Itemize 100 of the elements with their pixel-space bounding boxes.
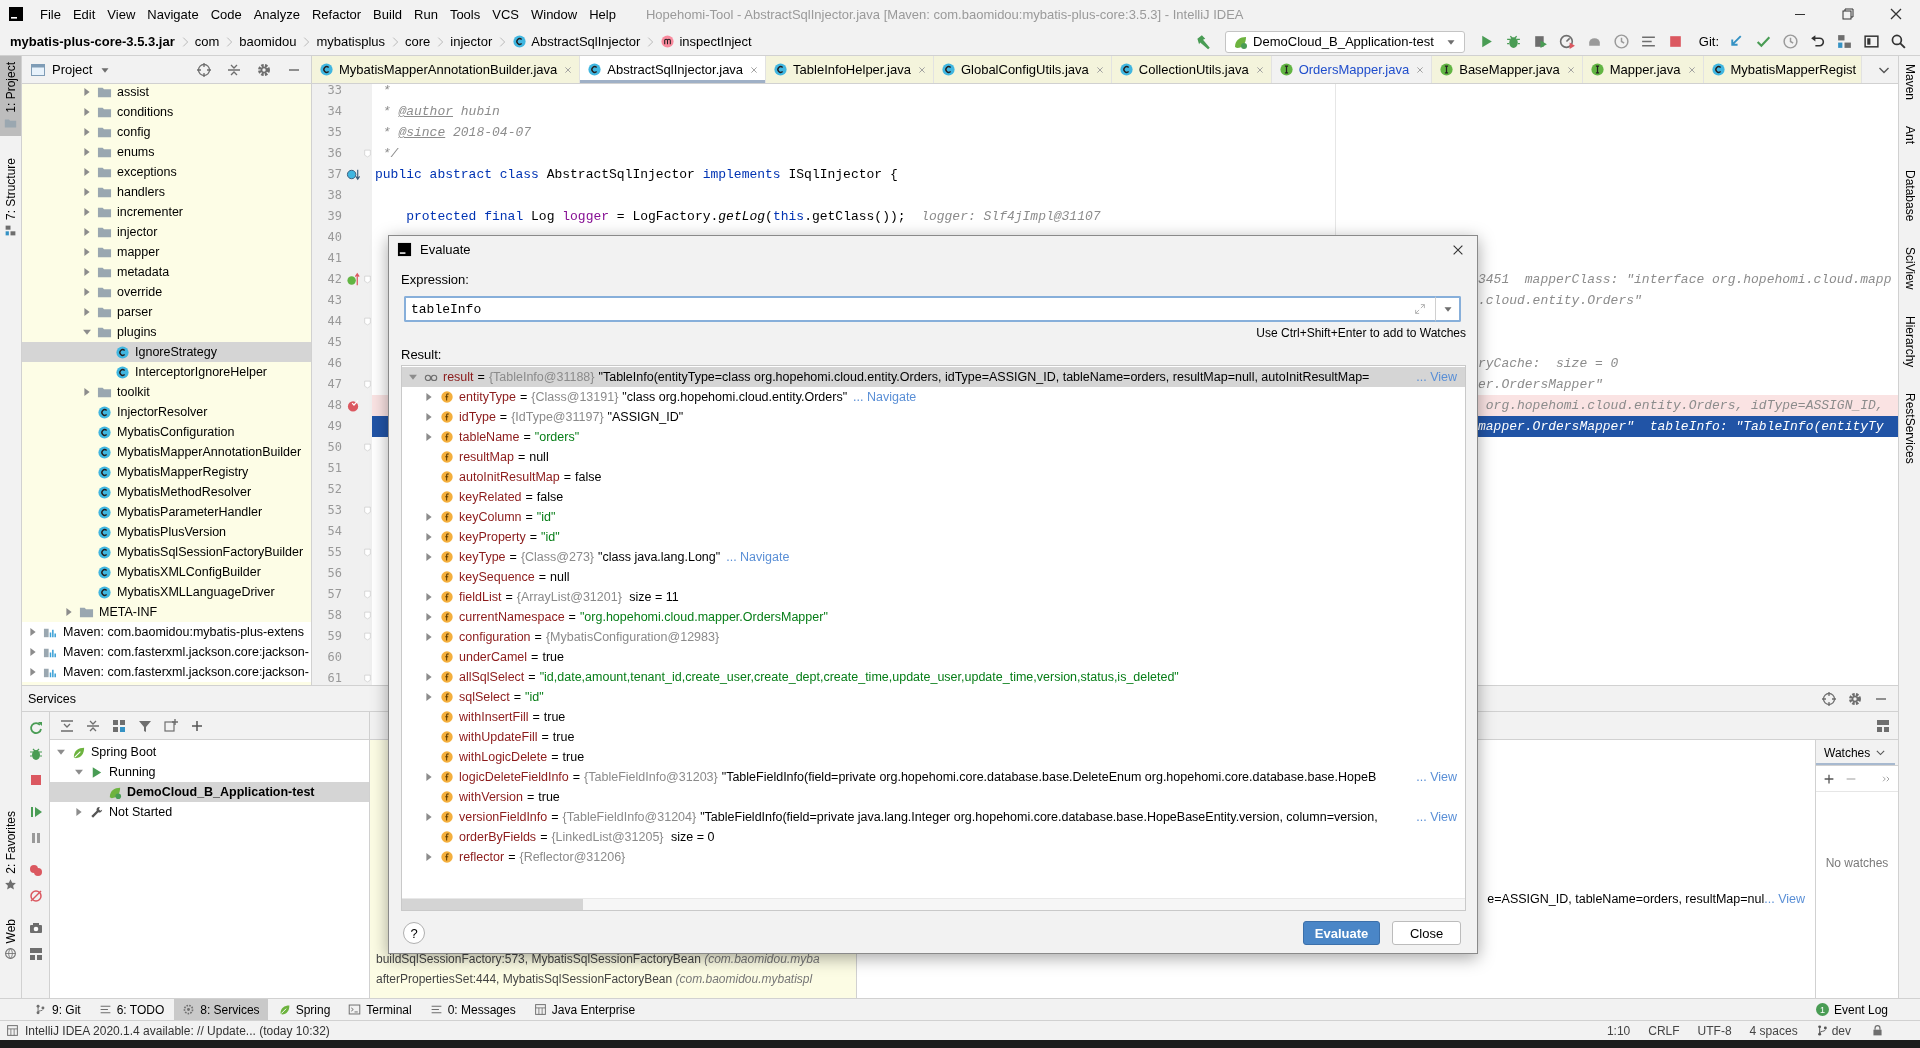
tree-item[interactable]: incrementer (22, 202, 311, 222)
stack-frame[interactable]: afterPropertiesSet:444, MybatisSqlSessionFactoryBean (com.baomidou.mybatispl (376, 969, 813, 989)
bug-icon[interactable] (27, 746, 44, 762)
tree-item[interactable]: parser (22, 302, 311, 322)
tree-item[interactable]: handlers (22, 182, 311, 202)
tree-item[interactable]: sqlSelect = "id" (402, 687, 1465, 707)
project-structure-icon[interactable] (1836, 33, 1853, 50)
editor-tab[interactable]: BaseMapper.java (1432, 56, 1583, 83)
tree-item[interactable]: DemoCloud_B_Application-test (50, 782, 369, 802)
tree-item[interactable]: conditions (22, 102, 311, 122)
tool-window-tab[interactable]: 6: TODO (90, 998, 173, 1021)
tree-item[interactable]: override (22, 282, 311, 302)
tree-item[interactable]: MybatisConfiguration (22, 422, 311, 442)
help-button[interactable]: ? (403, 922, 425, 944)
locate-icon[interactable] (1821, 690, 1837, 707)
tree-item[interactable]: MybatisPlusVersion (22, 522, 311, 542)
tree-item[interactable]: currentNamespace = "org.hopehomi.cloud.mapper.OrdersMapper" (402, 607, 1465, 627)
breadcrumb[interactable]: mybatis-plus-core-3.5.3.jar (10, 34, 175, 49)
settings-icon[interactable] (256, 61, 272, 78)
tool-window-button[interactable]: 1: Project (0, 56, 21, 136)
scrollbar-thumb[interactable] (402, 899, 583, 910)
settings-icon[interactable] (1847, 690, 1863, 707)
tree-item[interactable]: plugins (22, 322, 311, 342)
overrides-marker-icon[interactable] (346, 272, 361, 287)
implements-marker-icon[interactable] (346, 167, 361, 182)
tree-item[interactable]: MybatisXMLConfigBuilder (22, 562, 311, 582)
mute-breakpoints-icon[interactable] (27, 888, 44, 904)
tree-item[interactable]: keySequence = null (402, 567, 1465, 587)
expand-icon[interactable] (1413, 302, 1427, 316)
tool-window-tab[interactable]: Terminal (340, 998, 420, 1021)
tree-item[interactable]: autoInitResultMap = false (402, 467, 1465, 487)
list-icon[interactable] (1639, 33, 1657, 50)
expand-all-icon[interactable] (59, 717, 75, 734)
tree-item[interactable]: Maven: com.fasterxml.jackson.core:jackson- (22, 642, 311, 662)
editor-tab[interactable]: GlobalConfigUtils.java (933, 56, 1112, 83)
add-service-icon[interactable] (163, 717, 179, 734)
breadcrumb[interactable]: core (405, 34, 431, 49)
tree-item[interactable]: allSqlSelect = "id,date,amount,tenant_id,create_user,create_dept,create_time,update_user,update_time,version,status,is_deleted" (402, 667, 1465, 687)
fold-marker-icon[interactable] (362, 590, 372, 599)
fold-marker-icon[interactable] (362, 548, 372, 557)
tree-item[interactable]: META-INF (22, 602, 311, 622)
tree-item[interactable]: withVersion = true (402, 787, 1465, 807)
watches-tab[interactable]: Watches (1816, 740, 1896, 765)
fold-marker-icon[interactable] (362, 611, 372, 620)
layout-icon[interactable] (27, 946, 44, 962)
tree-item[interactable]: MybatisSqlSessionFactoryBuilder (22, 542, 311, 562)
menu-item[interactable]: View (101, 6, 142, 22)
view-dropdown[interactable]: Project (50, 62, 115, 77)
close-button[interactable]: Close (1392, 921, 1461, 945)
window-restore-icon[interactable] (1840, 6, 1856, 22)
group-icon[interactable] (111, 717, 127, 734)
tool-window-button[interactable]: Web (0, 912, 21, 966)
history-dropdown-button[interactable] (1435, 296, 1461, 322)
layout-icon[interactable] (1875, 717, 1891, 734)
tool-window-tab[interactable]: 0: Messages (421, 998, 524, 1021)
tree-item[interactable]: IgnoreStrategy (22, 342, 311, 362)
breakpoints-icon[interactable] (27, 862, 44, 878)
tool-window-button[interactable]: 7: Structure (0, 151, 21, 243)
tree-item[interactable]: assist (22, 84, 311, 102)
breadcrumb[interactable]: AbstractSqlInjector (512, 34, 641, 49)
menu-item[interactable]: Run (408, 6, 444, 22)
menu-item[interactable]: Help (583, 6, 622, 22)
tree-item[interactable]: mapper (22, 242, 311, 262)
tree-item[interactable]: configuration = {MybatisConfiguration@12983} (402, 627, 1465, 647)
tree-item[interactable]: Running (50, 762, 369, 782)
editor-tab[interactable]: MybatisMapperAnnotationBuilder.java (312, 56, 581, 83)
editor-tab[interactable]: Mapper.java (1582, 56, 1704, 83)
history-icon[interactable] (1782, 33, 1799, 50)
tree-item[interactable]: Not Started (50, 802, 369, 822)
tool-window-button[interactable]: 2: Favorites (0, 804, 21, 897)
tool-window-button[interactable]: Ant (1899, 124, 1920, 147)
menu-item[interactable]: Edit (66, 6, 102, 22)
locate-icon[interactable] (196, 61, 212, 78)
clock-icon[interactable] (1612, 33, 1630, 50)
editor-tab[interactable]: TableInfoHelper.java (766, 56, 934, 83)
tree-item[interactable]: InjectorResolver (22, 402, 311, 422)
tree-item[interactable]: metadata (22, 262, 311, 282)
navigate-link[interactable]: ... Navigate (853, 390, 917, 404)
tree-item[interactable]: tableName = "orders" (402, 427, 1465, 447)
tool-window-tab[interactable]: Spring (269, 998, 339, 1021)
event-log-tab[interactable]: 1 Event Log (1807, 998, 1896, 1021)
tool-window-button[interactable]: Hierarchy (1899, 313, 1920, 370)
menu-item[interactable]: Refactor (305, 6, 368, 22)
menu-item[interactable]: Code (204, 6, 248, 22)
tree-item[interactable]: Spring Boot (50, 742, 369, 762)
fold-marker-icon[interactable] (362, 443, 372, 452)
tool-window-tab[interactable]: 9: Git (26, 998, 89, 1021)
status-item[interactable]: 4 spaces (1743, 1023, 1804, 1038)
breadcrumb[interactable]: inspectInject (660, 34, 752, 49)
tree-item[interactable]: withLogicDelete = true (402, 747, 1465, 767)
tool-window-button[interactable]: RestServices (1899, 391, 1920, 466)
tree-item[interactable]: orderByFields = {LinkedList@31205} size = 0 (402, 827, 1465, 847)
tree-item[interactable]: keyRelated = false (402, 487, 1465, 507)
fold-marker-icon[interactable] (362, 632, 372, 641)
tree-item[interactable]: idType = {IdType@31197} "ASSIGN_ID" (402, 407, 1465, 427)
tree-item[interactable]: result = {TableInfo@31188} "TableInfo(entityType=class org.hopehomi.cloud.entity.Orders, idType=ASSIGN_ID, tableName=orders, resultMap=null, autoInitResultMap= ... View (402, 367, 1465, 387)
tree-item[interactable]: MybatisMapperRegistry (22, 462, 311, 482)
tree-item[interactable]: versionFieldInfo = {TableFieldInfo@31204} "TableFieldInfo(field=private java.lang.Integer org.hopehomi.core.database.base.HopeBaseEntity.version, column=version, ... View (402, 807, 1465, 827)
rollback-icon[interactable] (1809, 33, 1826, 50)
breadcrumb[interactable]: injector (450, 34, 493, 49)
